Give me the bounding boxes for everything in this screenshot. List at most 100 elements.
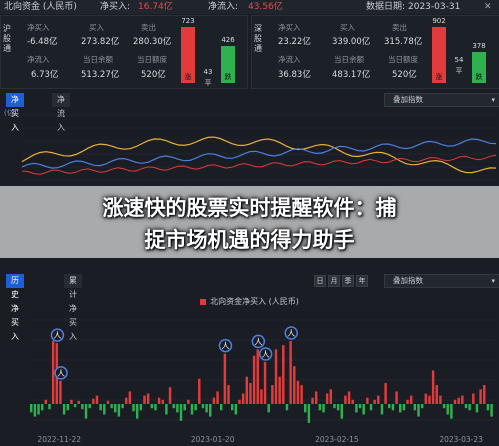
net-buy-bar [157,397,161,404]
net-buy-bar [230,404,234,411]
summary-bar: 北向资金 (人民币) 净买入: 16.74亿 净流入: 43.56亿 数据日期:… [0,0,499,14]
net-buy-bar [106,400,110,404]
net-buy-bar [143,395,146,404]
net-buy-bar [92,398,95,404]
tab-cumulative-net-buy[interactable]: 累计净买入 [64,274,82,341]
net-buy-bar [30,404,33,413]
net-buy-bar [406,399,409,404]
net-buy-bar [48,404,51,410]
net-inflow-value: 36.83亿 [278,70,311,80]
period-day-button[interactable]: 日 [314,275,326,287]
net-buy-bar [161,399,164,404]
net-buy-bar [176,404,179,413]
net-buy-bar [293,366,296,404]
event-marker-glyph: 人 [254,337,262,346]
net-buy-bar [388,404,391,409]
up-label: 涨 [184,73,192,81]
net-buy-bar [117,404,121,417]
net-buy-bar [263,362,267,404]
net-buy-bar [77,400,80,404]
flat-label: 平 [455,67,463,75]
up-count: 723 [181,17,195,25]
net-inflow-label: 净流入 [27,55,50,64]
net-buy-bar [340,404,343,419]
net-buy-bar [446,404,449,415]
tab-history-net-buy[interactable]: 历史净买入 [6,274,24,341]
overlay-index-select[interactable]: 叠加指数 ▾ [384,93,499,107]
net-buy-bar [190,404,194,415]
net-buy-bar [267,404,270,413]
net-buy-bar [300,385,303,404]
net-buy-bar [278,376,281,404]
net-buy-bar [110,404,113,409]
net-buy-bar [366,397,369,404]
quota-label: 当日额度 [137,55,167,64]
period-month-button[interactable]: 月 [328,275,340,287]
net-buy-bar [373,399,376,404]
flat-count: 54 [454,56,464,64]
net-buy-bar [439,395,442,404]
net-buy-bar [336,404,340,411]
net-buy-bar [209,404,212,417]
net-buy-bar [88,404,91,409]
net-buy-bar [51,341,55,404]
chevron-down-icon: ▾ [491,96,495,104]
header-date-label: 数据日期: [366,2,406,12]
x-tick-label: 2023-02-15 [315,435,359,444]
net-buy-bar [95,395,99,404]
tab-net-inflow[interactable]: 净流入 [52,93,70,132]
buy-value: 273.82亿 [81,37,120,47]
net-buy-bar [37,404,40,415]
net-buy-bar [187,399,190,404]
period-quarter-button[interactable]: 季 [342,275,354,287]
net-buy-bar [139,404,143,411]
balance-value: 513.27亿 [81,70,120,80]
net-buy-bar [304,404,307,413]
net-buy-bar [435,385,438,404]
net-buy-bar [311,397,314,404]
header-title: 北向资金 (人民币) [4,2,77,12]
close-icon[interactable]: ✕ [484,0,492,14]
flow-line [21,138,497,169]
net-buy-bar [135,404,139,419]
net-buy-bar [146,393,150,404]
event-marker-glyph: 人 [262,350,270,359]
net-buy-bar [420,404,424,409]
net-buy-bar [351,399,354,404]
net-buy-bar [307,404,311,423]
net-buy-bar [114,404,117,413]
net-buy-bar [431,370,435,404]
quota-value: 520亿 [392,70,417,80]
net-buy-bar [289,341,292,404]
net-buy-bar [179,404,183,421]
overlay-index-select-bottom[interactable]: 叠加指数 ▾ [384,274,499,288]
net-buy-bar [329,389,333,404]
net-buy-bar [154,404,157,411]
net-buy-bar [271,385,274,404]
net-buy-bar [103,404,106,415]
net-inflow-value: 6.73亿 [31,70,59,80]
net-buy-bar [33,404,37,417]
net-buy-bar [355,404,358,413]
down-count: 426 [221,36,235,44]
down-count: 378 [472,42,486,50]
net-buy-bar [99,404,102,411]
sell-label: 卖出 [392,23,407,32]
quota-label: 当日额度 [388,55,418,64]
period-year-button[interactable]: 年 [356,275,368,287]
up-label: 涨 [435,73,443,81]
net-buy-bar [464,404,468,409]
net-buy-bar [168,387,172,404]
net-buy-bar [479,389,482,404]
x-tick-label: 2023-03-23 [439,435,483,444]
tab-net-buy[interactable]: 净买入 [6,93,24,132]
net-buy-bar [333,404,336,409]
net-buy-bar [66,404,69,411]
balance-label: 当日余额 [334,55,364,64]
net-buy-bar [227,385,230,404]
net-buy-bar [183,404,186,411]
sell-label: 卖出 [141,23,156,32]
net-buy-bar [296,380,300,404]
net-buy-bar [219,404,223,411]
net-buy-bar [347,391,351,404]
